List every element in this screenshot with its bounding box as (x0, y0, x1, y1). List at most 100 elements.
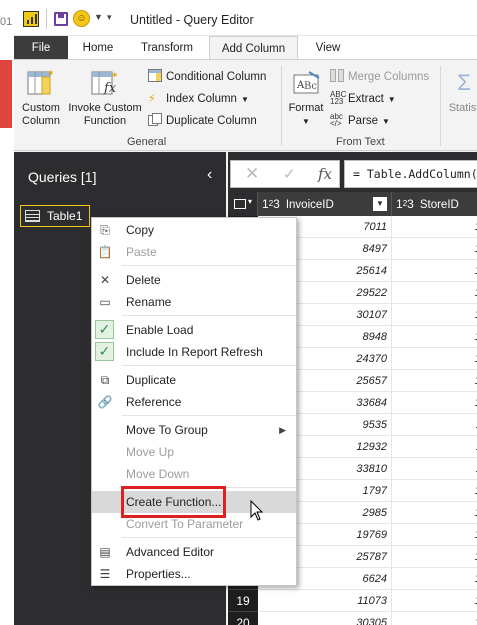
grid-cell-storeid[interactable]: 12 (392, 612, 477, 625)
grid-cell-storeid[interactable]: 11 (392, 436, 477, 458)
formula-buttons: ✕ ✓ fx (230, 160, 340, 188)
invoke-function-icon: fx ✶ (90, 68, 120, 98)
menu-item-move-down[interactable]: Move Down (92, 463, 296, 485)
title-separator (46, 9, 47, 29)
menu-item-paste[interactable]: 📋 Paste (92, 241, 296, 263)
duplicate-column-label: Duplicate Column (166, 115, 257, 127)
extract-button[interactable]: ABC 123 Extract ▼ (330, 90, 396, 108)
menu-item-duplicate[interactable]: ⧉ Duplicate (92, 369, 296, 391)
grid-cell-storeid[interactable]: 11 (392, 414, 477, 436)
menu-item-rename[interactable]: ▭ Rename (92, 291, 296, 313)
grid-cell-invoiceid[interactable]: 11073 (258, 590, 392, 612)
duplicate-column-button[interactable]: Duplicate Column (148, 112, 257, 130)
tab-file[interactable]: File (14, 36, 68, 60)
ribbon-group-separator (281, 66, 282, 146)
menu-item-label: Move To Group (126, 423, 208, 437)
menu-item-label: Reference (126, 395, 182, 409)
table-icon (234, 199, 246, 209)
grid-cell-storeid[interactable]: 10 (392, 238, 477, 260)
menu-item-reference[interactable]: 🔗 Reference (92, 391, 296, 413)
column-filter-icon[interactable]: ▼ (373, 197, 387, 211)
custom-column-button[interactable]: ✶ Custom Column (18, 68, 64, 128)
table-menu-dropdown-icon: ▾ (248, 197, 253, 206)
statistics-button[interactable]: Σ Statist (444, 68, 477, 115)
query-item-table1[interactable]: Table1 (20, 205, 90, 227)
grid-cell-invoiceid[interactable]: 30305 (258, 612, 392, 625)
grid-cell-storeid[interactable]: 12 (392, 480, 477, 502)
smiley-dropdown-icon[interactable]: ▼ (94, 12, 103, 22)
grid-cell-storeid[interactable]: 10 (392, 370, 477, 392)
tab-view[interactable]: View (302, 36, 354, 60)
commit-formula-icon[interactable]: ✓ (283, 165, 296, 183)
conditional-column-icon (148, 69, 162, 82)
merge-columns-button[interactable]: Merge Columns (330, 68, 429, 86)
grid-cell-storeid[interactable]: 10 (392, 348, 477, 370)
column-type-icon[interactable]: 123 (396, 192, 414, 216)
menu-separator (122, 415, 296, 416)
grid-cell-storeid[interactable]: 11 (392, 458, 477, 480)
format-dropdown-icon: ▼ (302, 117, 310, 126)
formula-bar: ✕ ✓ fx = Table.AddColumn(# (228, 152, 477, 192)
menu-item-copy[interactable]: ⎘ Copy (92, 219, 296, 241)
grid-cell-storeid[interactable]: 10 (392, 282, 477, 304)
paste-icon: 📋 (97, 245, 113, 259)
index-column-dropdown-icon[interactable]: ▼ (241, 95, 249, 104)
menu-item-label: Convert To Parameter (126, 517, 244, 531)
parse-dropdown-icon[interactable]: ▼ (382, 117, 390, 126)
grid-cell-storeid[interactable]: 10 (392, 392, 477, 414)
menu-item-advanced-editor[interactable]: ▤ Advanced Editor (92, 541, 296, 563)
tab-transform[interactable]: Transform (128, 36, 206, 60)
menu-item-label: Paste (126, 245, 157, 259)
collapse-chevron-icon[interactable]: ‹ (207, 166, 212, 184)
table-menu-button[interactable]: ▾ (228, 192, 258, 216)
menu-item-include-in-report-refresh[interactable]: ✓ Include In Report Refresh (92, 341, 296, 363)
svg-text:✶: ✶ (111, 71, 119, 81)
format-button[interactable]: A Bc Format ▼ (284, 68, 328, 128)
svg-text:⚡: ⚡ (148, 92, 156, 104)
menu-item-label: Enable Load (126, 323, 194, 337)
index-column-button[interactable]: ⚡ Index Column ▼ (148, 90, 249, 108)
grid-cell-storeid[interactable]: 10 (392, 326, 477, 348)
save-icon[interactable] (54, 12, 68, 26)
extract-dropdown-icon[interactable]: ▼ (388, 95, 396, 104)
parse-button[interactable]: abc </> Parse ▼ (330, 112, 390, 130)
menu-item-label: Move Down (126, 467, 190, 481)
invoke-custom-function-button[interactable]: fx ✶ Invoke Custom Function (64, 68, 146, 128)
cancel-formula-icon[interactable]: ✕ (245, 164, 259, 184)
duplicate-column-icon (148, 113, 162, 126)
formula-input[interactable]: = Table.AddColumn(# (344, 160, 477, 188)
row-number[interactable]: 20 (228, 612, 258, 625)
tab-home[interactable]: Home (70, 36, 126, 60)
smiley-icon[interactable]: ☺ (73, 10, 90, 27)
quick-access-customize-icon[interactable]: ▾ (107, 12, 112, 23)
grid-cell-storeid[interactable]: 10 (392, 216, 477, 238)
conditional-column-button[interactable]: Conditional Column (148, 68, 266, 86)
menu-separator (122, 315, 296, 316)
svg-text:Bc: Bc (304, 81, 317, 92)
row-number[interactable]: 19 (228, 590, 258, 612)
custom-column-label: Custom Column (22, 102, 60, 127)
grid-cell-storeid[interactable]: 12 (392, 524, 477, 546)
grid-cell-storeid[interactable]: 12 (392, 546, 477, 568)
menu-item-move-up[interactable]: Move Up (92, 441, 296, 463)
grid-cell-storeid[interactable]: 12 (392, 590, 477, 612)
column-header-invoiceid[interactable]: 123 InvoiceID ▼ (258, 192, 392, 216)
menu-item-delete[interactable]: ✕ Delete (92, 269, 296, 291)
column-type-icon[interactable]: 123 (262, 192, 280, 216)
grid-cell-storeid[interactable]: 12 (392, 568, 477, 590)
parse-label: Parse (348, 115, 379, 127)
menu-item-properties[interactable]: ☰ Properties... (92, 563, 296, 585)
menu-item-enable-load[interactable]: ✓ Enable Load (92, 319, 296, 341)
check-icon: ✓ (95, 320, 114, 339)
grid-cell-storeid[interactable]: 12 (392, 502, 477, 524)
menu-item-move-to-group[interactable]: Move To Group ▶ (92, 419, 296, 441)
tab-add-column[interactable]: Add Column (209, 36, 298, 61)
menu-separator (122, 265, 296, 266)
grid-cell-storeid[interactable]: 10 (392, 304, 477, 326)
fx-icon[interactable]: fx (318, 165, 332, 183)
menu-item-label: Copy (126, 223, 155, 237)
title-bar: ☺ ▼ ▾ Untitled - Query Editor (14, 0, 477, 36)
query-editor-window: ☺ ▼ ▾ Untitled - Query Editor File Home … (14, 0, 477, 625)
column-header-storeid[interactable]: 123StoreID ▼ (392, 192, 477, 216)
grid-cell-storeid[interactable]: 10 (392, 260, 477, 282)
